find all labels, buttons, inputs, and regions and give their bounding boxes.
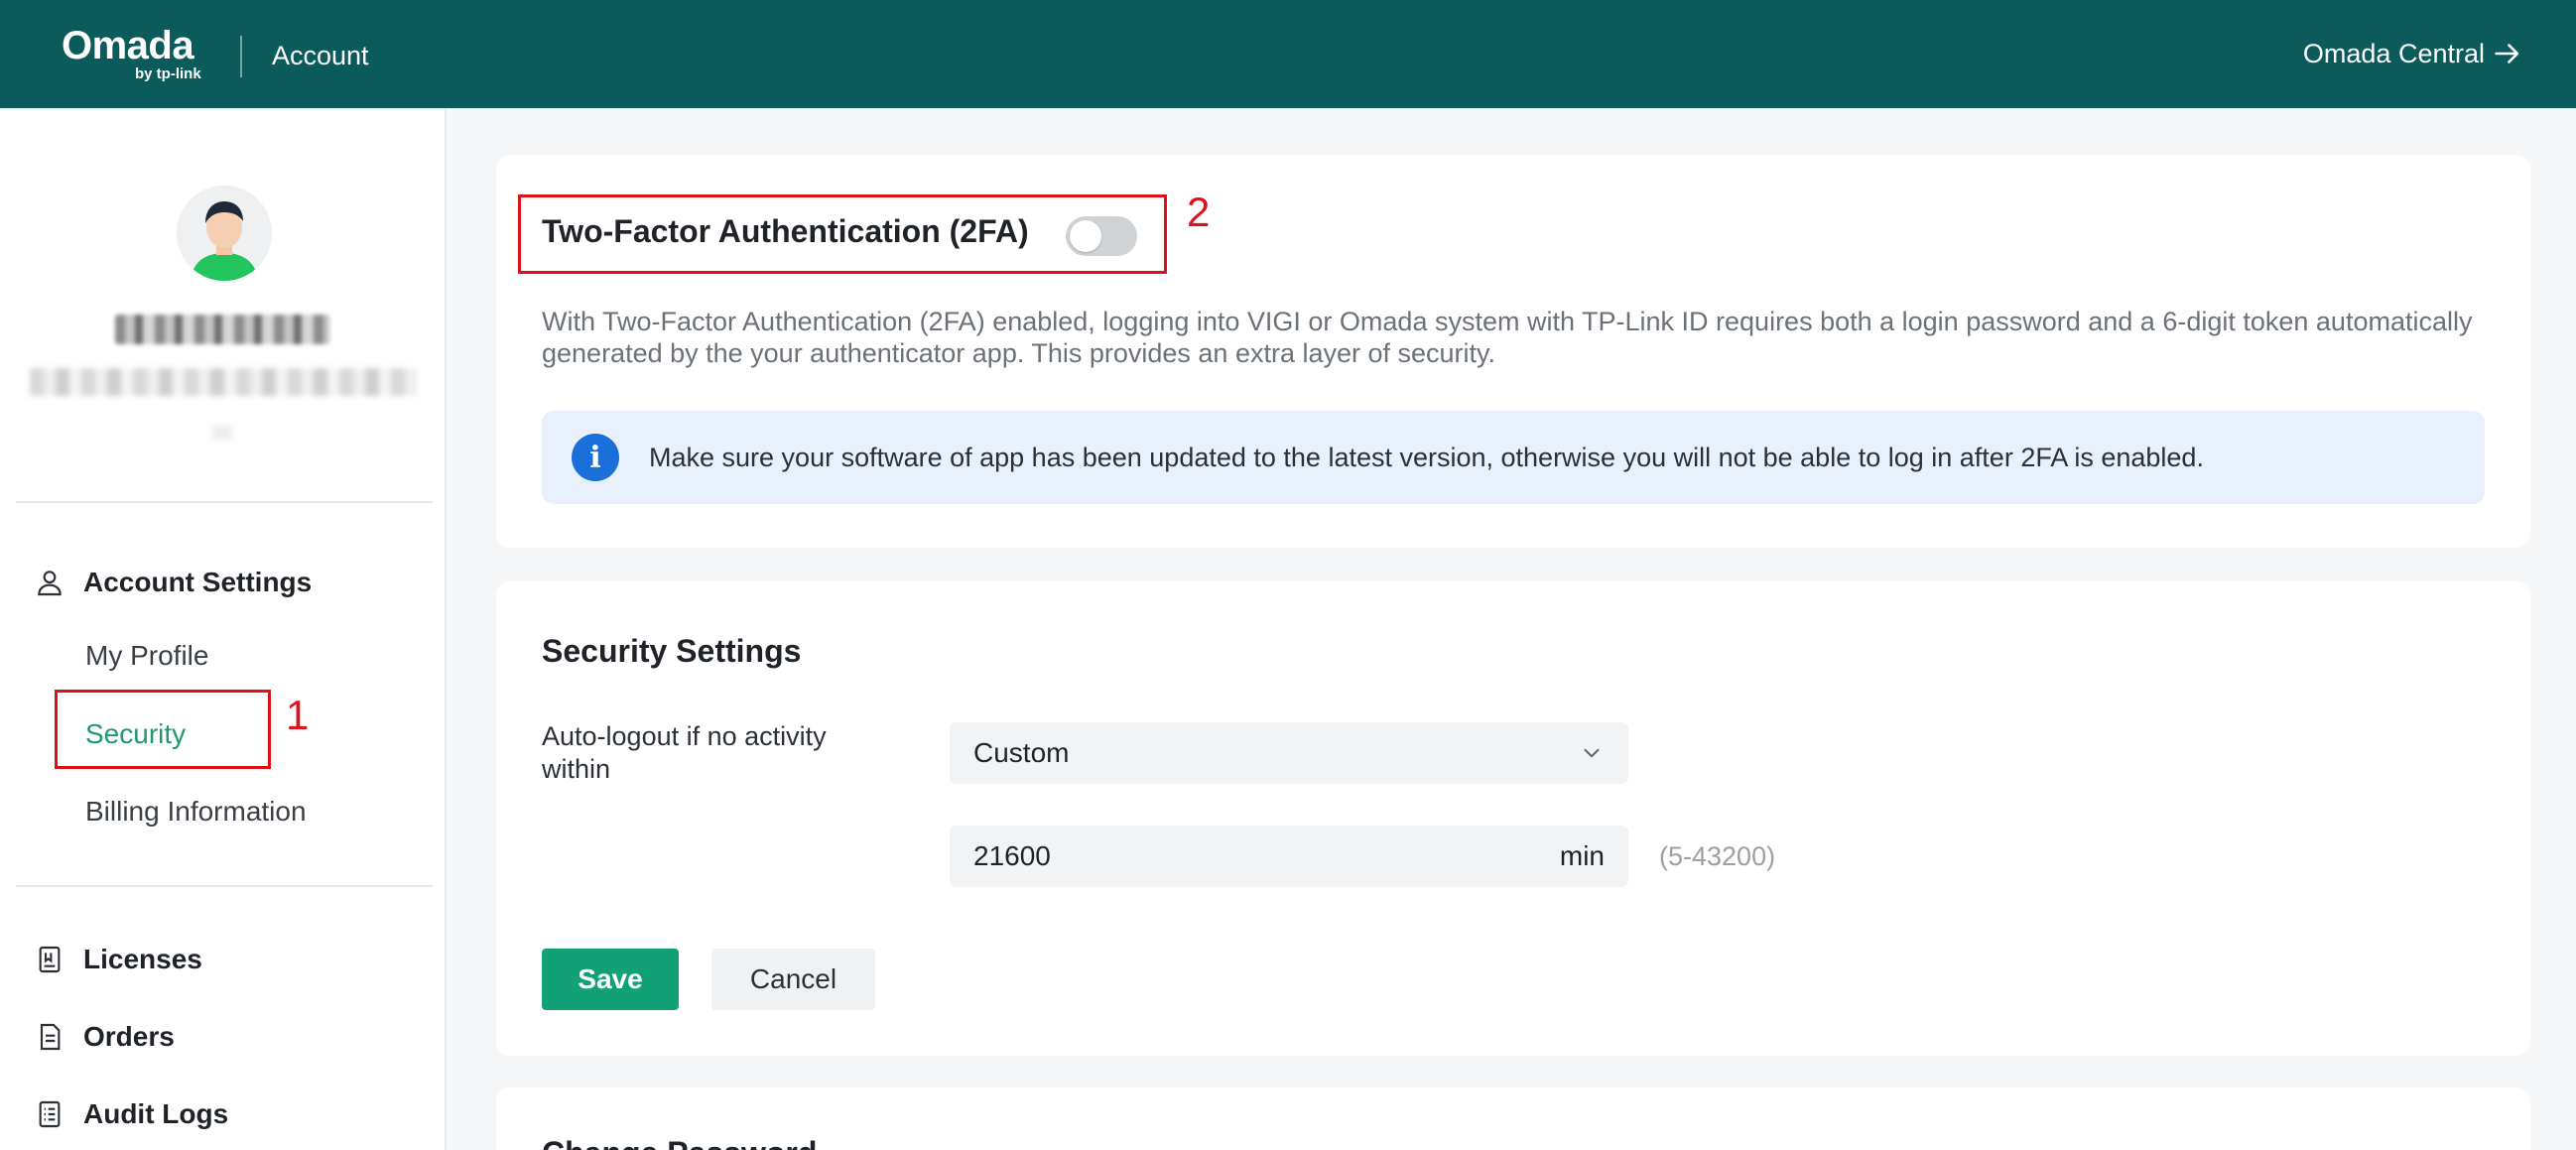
sidebar-group-label: Account Settings [83, 567, 313, 597]
header-section-title: Account [272, 41, 369, 70]
list-icon [39, 1100, 61, 1128]
user-avatar-icon [177, 186, 272, 281]
change-password-card: Change Password [496, 1087, 2530, 1150]
minutes-range-hint: (5-43200) [1659, 841, 1776, 871]
auto-logout-selected-value: Custom [973, 737, 1070, 768]
security-settings-card: Security Settings Auto-logout if no acti… [496, 581, 2530, 1056]
omada-central-label: Omada Central [2302, 38, 2485, 68]
user-email-redacted [30, 368, 417, 396]
sidebar-link-label: Licenses [83, 944, 202, 974]
auto-logout-minutes-input[interactable] [973, 840, 1470, 872]
brand-name: Omada [62, 24, 194, 67]
highlight-box-2fa [518, 194, 1167, 274]
two-factor-description: With Two-Factor Authentication (2FA) ena… [542, 307, 2473, 368]
avatar [177, 186, 272, 281]
header-divider [240, 36, 242, 77]
update-notice: i Make sure your software of app has bee… [542, 411, 2485, 504]
minutes-unit: min [1559, 840, 1605, 871]
auto-logout-label: Auto-logout if no activity within [542, 721, 827, 784]
sidebar-link-label: Orders [83, 1021, 175, 1052]
highlight-box-security [55, 690, 271, 769]
two-factor-card: Two-Factor Authentication (2FA) 2 With T… [496, 155, 2530, 548]
sidebar-item-audit-logs[interactable]: Audit Logs [34, 1092, 228, 1136]
security-settings-title: Security Settings [542, 633, 802, 669]
save-button[interactable]: Save [542, 949, 679, 1010]
document-icon [40, 1023, 61, 1051]
user-extra-redacted [212, 426, 232, 440]
omada-central-link[interactable]: Omada Central [2303, 32, 2524, 75]
user-icon [38, 571, 62, 596]
sidebar-item-billing-information[interactable]: Billing Information [85, 790, 307, 833]
sidebar-item-orders[interactable]: Orders [34, 1015, 175, 1059]
cancel-button[interactable]: Cancel [711, 949, 875, 1010]
change-password-title: Change Password [542, 1131, 817, 1150]
notice-text: Make sure your software of app has been … [649, 442, 2204, 472]
arrow-right-icon [2495, 44, 2519, 64]
sidebar-group-account-settings: Account Settings [34, 561, 312, 604]
annotation-number-1: 1 [286, 692, 310, 738]
user-name-redacted [115, 315, 329, 344]
sidebar-link-label: Audit Logs [83, 1098, 229, 1129]
sidebar-divider [16, 885, 433, 887]
top-header: Omada by tp-link Account Omada Central [0, 0, 2576, 108]
info-icon: i [572, 434, 619, 481]
account-security-page: Omada by tp-link Account Omada Central A… [0, 0, 2576, 1150]
omada-logo[interactable]: Omada by tp-link [62, 22, 210, 82]
sidebar-divider [16, 501, 433, 503]
auto-logout-select[interactable]: Custom [950, 722, 1628, 784]
sidebar-item-my-profile[interactable]: My Profile [85, 634, 208, 678]
chevron-down-icon [1584, 748, 1600, 758]
license-icon [39, 946, 61, 973]
auto-logout-minutes-field[interactable]: min [950, 826, 1628, 887]
sidebar: Account Settings My Profile Security Bil… [0, 108, 447, 1150]
annotation-number-2: 2 [1187, 189, 1211, 235]
sidebar-item-licenses[interactable]: Licenses [34, 938, 202, 981]
brand-subtitle: by tp-link [135, 65, 201, 82]
